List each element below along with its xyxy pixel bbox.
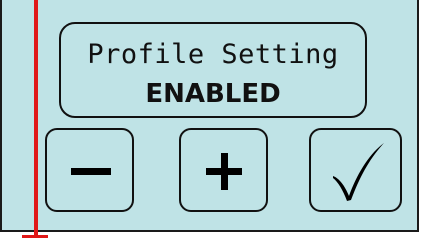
red-marker-tick	[22, 235, 48, 238]
checkmark-icon	[333, 143, 384, 201]
lcd-screen: Profile Setting ENABLED	[0, 0, 419, 232]
setting-display-box: Profile Setting ENABLED	[59, 22, 367, 118]
confirm-button[interactable]	[309, 128, 402, 212]
setting-value: ENABLED	[145, 79, 281, 109]
red-marker-line	[34, 0, 38, 238]
minus-icon	[71, 168, 111, 175]
increase-button[interactable]	[179, 128, 268, 212]
decrease-button[interactable]	[45, 128, 134, 212]
plus-icon-vertical	[221, 153, 228, 190]
setting-title: Profile Setting	[87, 39, 339, 70]
